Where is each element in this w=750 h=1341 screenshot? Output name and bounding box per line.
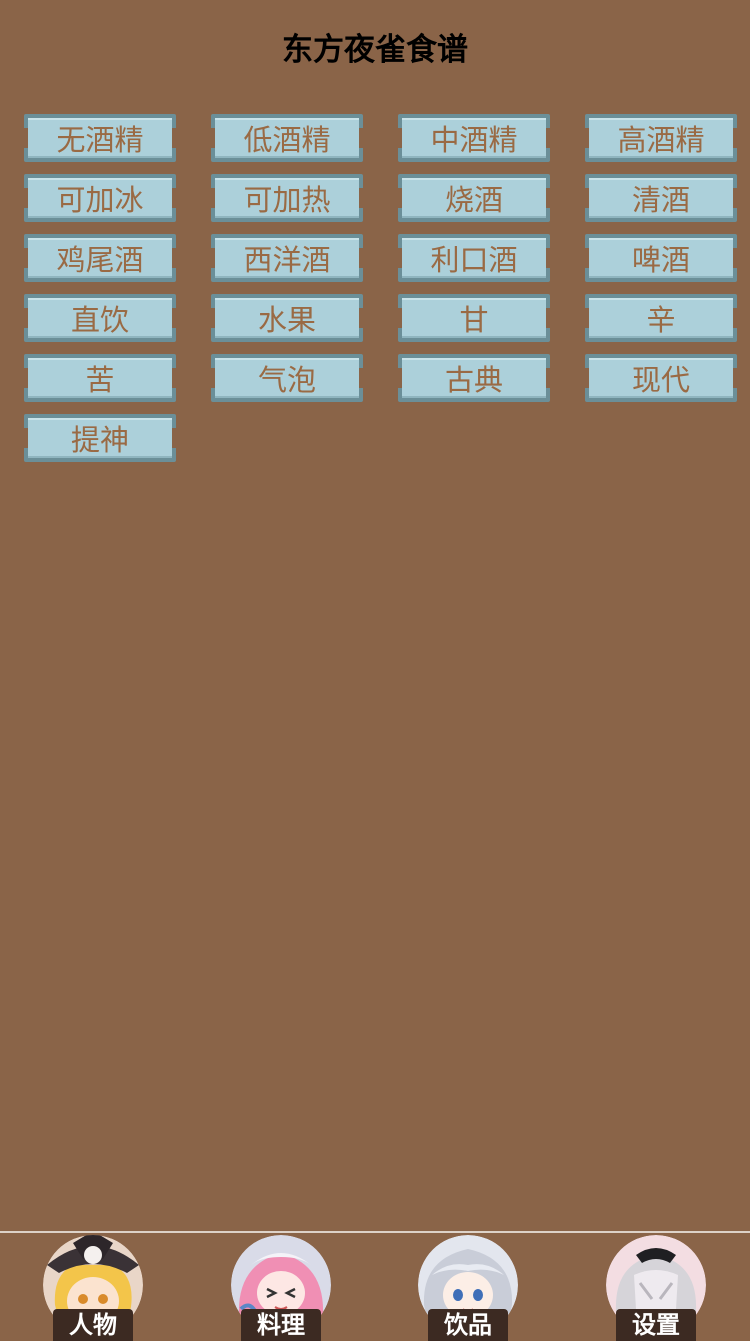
- tag-label: 鸡尾酒: [56, 243, 144, 277]
- tag-label: 水果: [257, 303, 316, 337]
- nav-label: 人物: [53, 1309, 133, 1341]
- page-title: 东方夜雀食谱: [282, 32, 468, 68]
- tag-button[interactable]: 中酒精: [398, 114, 550, 162]
- tag-label: 辛: [646, 303, 676, 337]
- tag-label: 低酒精: [243, 123, 331, 157]
- nav-item-settings[interactable]: 设置: [601, 1233, 711, 1341]
- nav-item-characters[interactable]: 人物: [38, 1233, 148, 1341]
- tag-label: 古典: [444, 363, 503, 397]
- tag-label: 中酒精: [430, 123, 518, 157]
- nav-label: 设置: [616, 1309, 696, 1341]
- tag-label: 西洋酒: [243, 243, 331, 277]
- tag-label: 利口酒: [430, 243, 518, 277]
- tag-button[interactable]: 直饮: [24, 294, 176, 342]
- tag-label: 现代: [631, 363, 690, 397]
- tag-button[interactable]: 水果: [211, 294, 363, 342]
- tag-button[interactable]: 甘: [398, 294, 550, 342]
- tag-button[interactable]: 提神: [24, 414, 176, 462]
- tag-label: 啤酒: [631, 243, 690, 277]
- tag-label: 苦: [85, 363, 115, 397]
- tag-label: 直饮: [70, 303, 129, 337]
- tag-label: 无酒精: [56, 123, 144, 157]
- nav-label: 饮品: [428, 1309, 508, 1341]
- tag-button[interactable]: 无酒精: [24, 114, 176, 162]
- tag-button[interactable]: 鸡尾酒: [24, 234, 176, 282]
- tag-button[interactable]: 清酒: [585, 174, 737, 222]
- nav-label: 料理: [241, 1309, 321, 1341]
- tag-label: 高酒精: [617, 123, 705, 157]
- tag-button[interactable]: 西洋酒: [211, 234, 363, 282]
- nav-item-cooking[interactable]: 料理: [226, 1233, 336, 1341]
- tag-button[interactable]: 古典: [398, 354, 550, 402]
- tag-button[interactable]: 苦: [24, 354, 176, 402]
- tag-label: 甘: [459, 303, 489, 337]
- tag-button[interactable]: 烧酒: [398, 174, 550, 222]
- nav-item-drinks[interactable]: 饮品: [413, 1233, 523, 1341]
- tag-button[interactable]: 可加热: [211, 174, 363, 222]
- tag-button[interactable]: 啤酒: [585, 234, 737, 282]
- tag-button[interactable]: 利口酒: [398, 234, 550, 282]
- tag-button[interactable]: 现代: [585, 354, 737, 402]
- tag-label: 清酒: [631, 183, 690, 217]
- tag-button[interactable]: 气泡: [211, 354, 363, 402]
- tag-button[interactable]: 可加冰: [24, 174, 176, 222]
- drink-tag-grid: 无酒精 低酒精 中酒精 高酒精 可加冰 可加热 烧酒 清酒 鸡尾酒 西洋酒 利口…: [24, 114, 737, 462]
- tag-button[interactable]: 高酒精: [585, 114, 737, 162]
- tag-label: 气泡: [257, 363, 316, 397]
- tag-button[interactable]: 低酒精: [211, 114, 363, 162]
- bottom-nav: 人物 料理 饮品 设置: [0, 1231, 750, 1341]
- tag-label: 可加热: [243, 183, 331, 217]
- tag-label: 可加冰: [56, 183, 144, 217]
- tag-label: 烧酒: [444, 183, 503, 217]
- tag-button[interactable]: 辛: [585, 294, 737, 342]
- tag-label: 提神: [70, 423, 129, 457]
